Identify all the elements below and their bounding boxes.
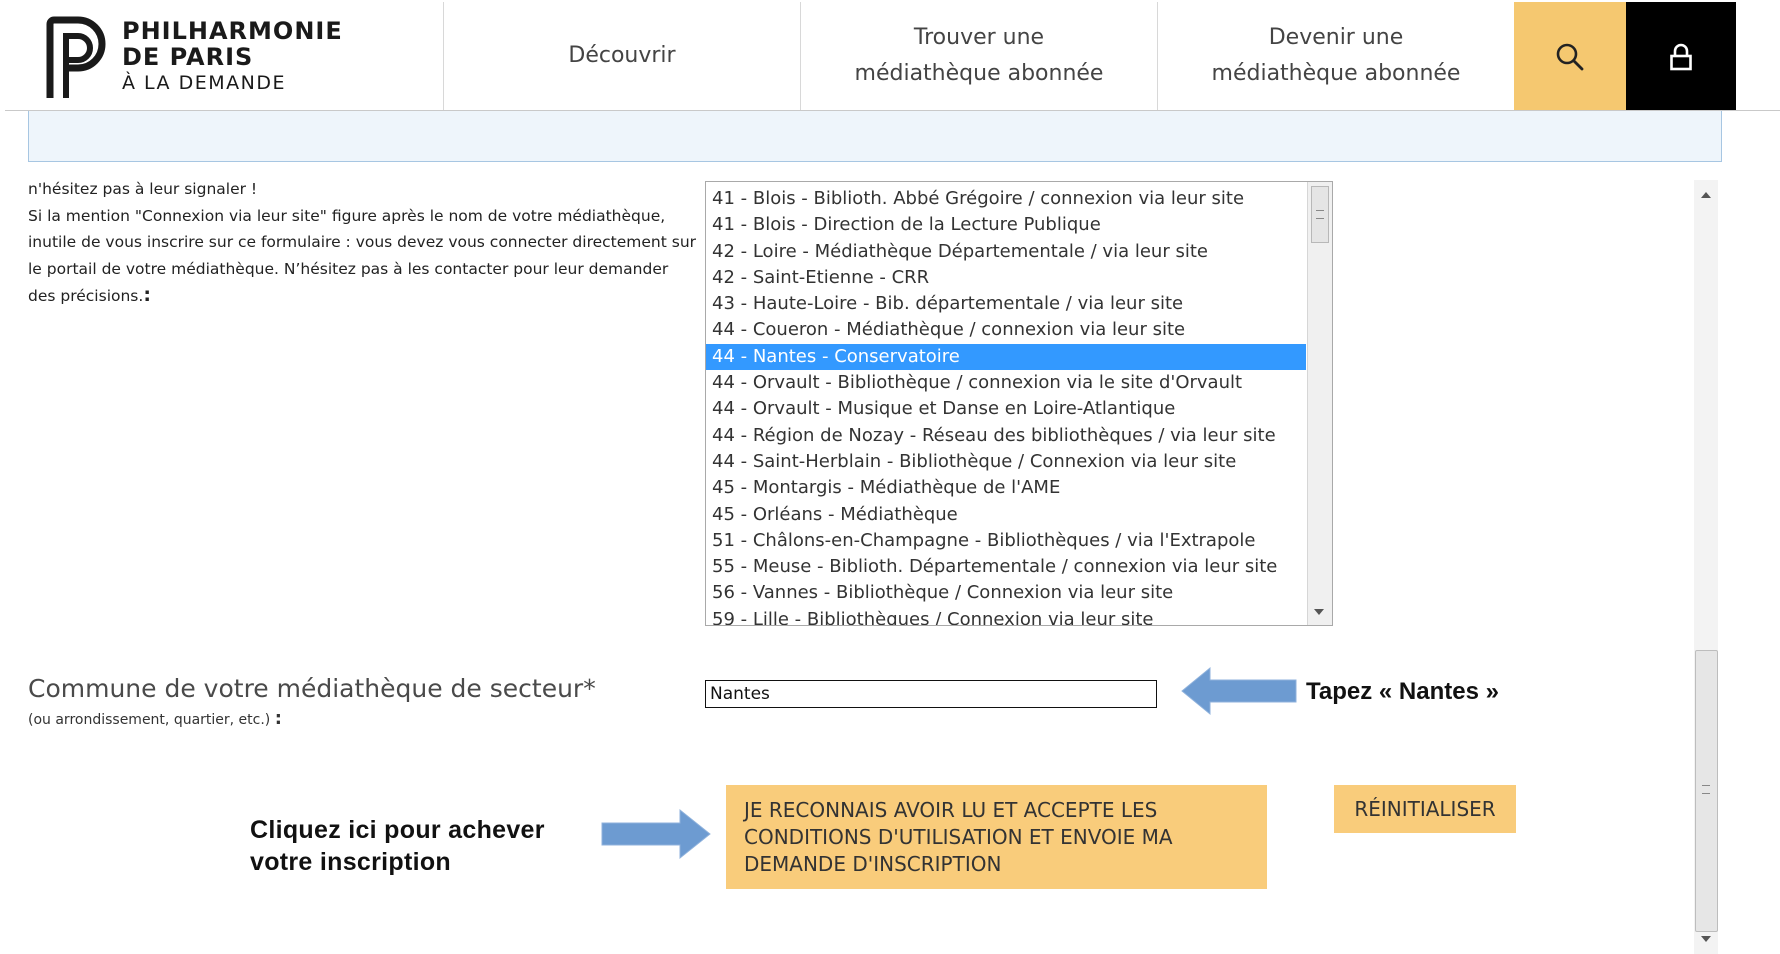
listbox-scroll-down-icon[interactable]: [1314, 609, 1324, 615]
intro-text: n'hésitez pas à leur signaler ! Si la me…: [28, 176, 698, 310]
logo[interactable]: PHILHARMONIE DE PARIS À LA DEMANDE: [42, 12, 442, 104]
nav-decouvrir[interactable]: Découvrir: [444, 2, 800, 110]
library-option[interactable]: 41 - Blois - Direction de la Lecture Pub…: [706, 212, 1306, 238]
accept-button-line-3: DEMANDE D'INSCRIPTION: [744, 851, 1002, 876]
library-option[interactable]: 44 - Orvault - Bibliothèque / connexion …: [706, 370, 1306, 396]
listbox-scrollbar[interactable]: [1307, 182, 1332, 625]
library-option[interactable]: 42 - Saint-Etienne - CRR: [706, 265, 1306, 291]
commune-sublabel-text: (ou arrondissement, quartier, etc.): [28, 712, 271, 728]
page-scroll-up-icon[interactable]: [1701, 192, 1711, 198]
commune-sublabel: (ou arrondissement, quartier, etc.) :: [28, 708, 282, 729]
search-button[interactable]: [1514, 2, 1626, 111]
intro-paragraph-text: Si la mention "Connexion via leur site" …: [28, 206, 697, 306]
page-scrollbar[interactable]: [1694, 180, 1718, 954]
library-option[interactable]: 59 - Lille - Bibliothèques / Connexion v…: [706, 607, 1306, 625]
submit-hint-line-1: Cliquez ici pour achever: [250, 816, 545, 844]
library-option[interactable]: 55 - Meuse - Biblioth. Départementale / …: [706, 554, 1306, 580]
nav-devenir-line-2: médiathèque abonnée: [1211, 61, 1461, 86]
commune-label: Commune de votre médiathèque de secteur*: [28, 674, 596, 703]
library-options: 41 - Blois - Biblioth. Abbé Grégoire / c…: [706, 186, 1306, 625]
library-option[interactable]: 44 - Région de Nozay - Réseau des biblio…: [706, 423, 1306, 449]
intro-paragraph: Si la mention "Connexion via leur site" …: [28, 203, 698, 310]
page-scroll-down-icon[interactable]: [1701, 936, 1711, 942]
logo-line-3: À LA DEMANDE: [122, 72, 286, 94]
page-scroll-thumb[interactable]: [1695, 650, 1718, 932]
library-option[interactable]: 45 - Orléans - Médiathèque: [706, 502, 1306, 528]
logo-line-1: PHILHARMONIE: [122, 17, 343, 45]
library-option[interactable]: 44 - Coueron - Médiathèque / connexion v…: [706, 317, 1306, 343]
library-option[interactable]: 44 - Orvault - Musique et Danse en Loire…: [706, 396, 1306, 422]
intro-line-1: n'hésitez pas à leur signaler !: [28, 180, 258, 198]
search-icon: [1556, 43, 1584, 70]
info-band: [28, 111, 1722, 162]
nav-decouvrir-label: Découvrir: [568, 43, 676, 68]
nav-trouver-line-2: médiathèque abonnée: [854, 61, 1104, 86]
library-option[interactable]: 41 - Blois - Biblioth. Abbé Grégoire / c…: [706, 186, 1306, 212]
login-button[interactable]: [1626, 2, 1736, 111]
arrow-right-icon: [601, 808, 711, 860]
library-option[interactable]: 44 - Saint-Herblain - Bibliothèque / Con…: [706, 449, 1306, 475]
library-option-selected[interactable]: 44 - Nantes - Conservatoire: [706, 343, 1306, 371]
lock-icon: [1670, 43, 1692, 70]
submit-hint: Cliquez ici pour achever votre inscripti…: [250, 814, 590, 878]
library-option[interactable]: 42 - Loire - Médiathèque Départementale …: [706, 239, 1306, 265]
accept-button-line-1: JE RECONNAIS AVOIR LU ET ACCEPTE LES: [744, 797, 1158, 822]
arrow-left-icon: [1181, 666, 1297, 716]
submit-hint-line-2: votre inscription: [250, 848, 451, 876]
listbox-scroll-thumb[interactable]: [1311, 186, 1329, 243]
accept-button-line-2: CONDITIONS D'UTILISATION ET ENVOIE MA: [744, 824, 1173, 849]
nav-trouver-mediatheque[interactable]: Trouver une médiathèque abonnée: [801, 2, 1157, 110]
accept-submit-button[interactable]: JE RECONNAIS AVOIR LU ET ACCEPTE LES CON…: [726, 785, 1267, 889]
commune-input[interactable]: [705, 680, 1157, 708]
library-option[interactable]: 56 - Vannes - Bibliothèque / Connexion v…: [706, 580, 1306, 606]
library-listbox[interactable]: 41 - Blois - Biblioth. Abbé Grégoire / c…: [705, 181, 1333, 626]
commune-colon: :: [274, 708, 282, 729]
site-header: PHILHARMONIE DE PARIS À LA DEMANDE Décou…: [0, 0, 1780, 111]
philharmonie-logo-icon: [46, 16, 106, 98]
nav-devenir-line-1: Devenir une: [1268, 25, 1404, 50]
nav-trouver-line-1: Trouver une: [913, 25, 1045, 50]
nav-devenir-mediatheque[interactable]: Devenir une médiathèque abonnée: [1158, 2, 1514, 110]
intro-colon: :: [143, 284, 151, 306]
library-option[interactable]: 45 - Montargis - Médiathèque de l'AME: [706, 475, 1306, 501]
library-option[interactable]: 51 - Châlons-en-Champagne - Bibliothèque…: [706, 528, 1306, 554]
logo-line-2: DE PARIS: [122, 43, 254, 71]
library-option[interactable]: 43 - Haute-Loire - Bib. départementale /…: [706, 291, 1306, 317]
commune-hint: Tapez « Nantes »: [1306, 678, 1499, 705]
reset-button[interactable]: RÉINITIALISER: [1334, 785, 1516, 833]
